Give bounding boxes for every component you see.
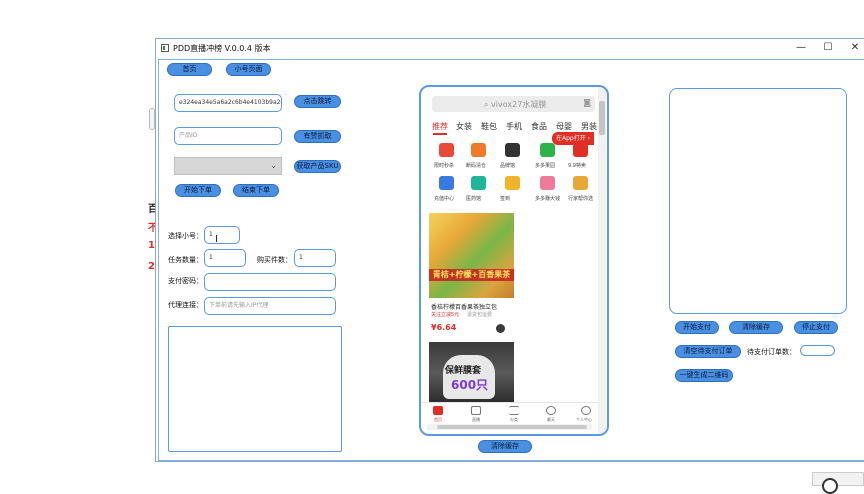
grid-icon-label[interactable]: 行家帮你选	[568, 195, 593, 202]
pay-password-input[interactable]	[204, 273, 336, 291]
product-image[interactable]	[429, 213, 514, 298]
product-title[interactable]: 香桔柠檬百香果茶独立包	[431, 302, 497, 311]
tab-food[interactable]: 食品	[531, 121, 547, 132]
search-icon: ⌕	[484, 100, 489, 109]
sub-page-button[interactable]: 小号页面	[226, 63, 271, 76]
task-count-input[interactable]: 1	[204, 249, 246, 267]
tab-baby[interactable]: 母婴	[556, 121, 572, 132]
phone-search-placeholder: vivox27水凝膜	[491, 100, 547, 109]
camera-icon[interactable]: ◙	[583, 98, 591, 107]
product-price: ¥6.64	[431, 323, 457, 332]
get-sku-button[interactable]: 获取产品SKU	[294, 160, 341, 173]
minimize-button[interactable]: —	[791, 40, 811, 56]
home-button[interactable]: 首页	[167, 63, 212, 76]
qr-display-panel	[669, 88, 847, 314]
background-text: 1	[148, 240, 155, 251]
start-pay-button[interactable]: 开始支付	[675, 321, 719, 334]
phone-preview: ⌕ vivox27水凝膜 ◙ 推荐 女装 鞋包 手机 食品 母婴 男装 在App…	[419, 85, 609, 436]
proxy-label: 代理连接：	[168, 301, 203, 309]
home-icon[interactable]	[433, 406, 443, 415]
buy-count-input[interactable]: 1	[294, 249, 336, 267]
phone-h-scrollbar[interactable]	[427, 424, 592, 430]
grid-icon-label[interactable]: 限时秒杀	[434, 162, 454, 169]
nav-chat-label[interactable]: 聊天	[547, 417, 555, 423]
grid-icon-label[interactable]: 签到	[500, 195, 510, 202]
app-icon	[161, 44, 169, 52]
product-promo-2: 退货包运费	[467, 312, 493, 318]
grid-icon[interactable]	[505, 143, 520, 157]
chat-icon[interactable]	[546, 406, 556, 415]
start-order-button[interactable]: 开始下单	[175, 184, 221, 197]
grid-icon-label[interactable]: 多多果园	[535, 162, 555, 169]
tab-phones[interactable]: 手机	[506, 121, 522, 132]
grid-icon-label[interactable]: 医药馆	[466, 195, 481, 202]
grid-icon[interactable]	[573, 143, 588, 157]
phone-bottom-nav: 首页 直播 分类 聊天 个人中心	[421, 402, 598, 424]
end-order-button[interactable]: 结束下单	[233, 184, 279, 197]
fetch-button[interactable]: 有赞抓取	[294, 130, 341, 143]
live-icon[interactable]	[471, 406, 481, 415]
select-account-label: 选择小号：	[168, 232, 203, 240]
title-bar: PDD直播冲榜 V.0.0.4 版本 — ☐ ✕	[156, 39, 864, 58]
grid-icon[interactable]	[471, 143, 486, 157]
clear-cache-button[interactable]: 清除缓存	[729, 321, 783, 334]
clear-pending-orders-button[interactable]: 清空待支付订单	[675, 345, 741, 358]
select-account-input[interactable]: 1	[204, 226, 240, 244]
proxy-input[interactable]: 下单前请先输入IP代理	[204, 297, 336, 315]
nav-category-label[interactable]: 分类	[510, 417, 518, 423]
generate-qr-button[interactable]: 一键生成二维码	[675, 369, 733, 382]
product2-title: 保鲜膜套	[445, 366, 482, 376]
phone-scrollbar-thumb[interactable]	[599, 101, 605, 135]
grid-icon[interactable]	[505, 176, 520, 190]
grid-icon-label[interactable]: 多多赚大钱	[535, 195, 560, 202]
pending-orders-label: 待支付订单数：	[747, 348, 796, 356]
taskbar-widget	[812, 472, 864, 486]
chevron-down-icon: ⌄	[270, 161, 277, 170]
product-id-input[interactable]: 产品ID	[174, 127, 282, 145]
tab-women[interactable]: 女装	[456, 121, 472, 132]
phone-h-scrollbar-thumb[interactable]	[437, 425, 587, 429]
jump-button[interactable]: 点击跳转	[294, 95, 341, 108]
grid-icon-label[interactable]: 充值中心	[434, 195, 454, 202]
active-tab-indicator	[433, 133, 447, 135]
tab-shoes-bags[interactable]: 鞋包	[481, 121, 497, 132]
buy-count-label: 购买件数：	[257, 256, 292, 264]
product2-count: 600只	[451, 378, 489, 392]
grid-icon[interactable]	[573, 176, 588, 190]
tab-men[interactable]: 男装	[581, 121, 597, 132]
grid-icon-label[interactable]: 断码清仓	[466, 162, 486, 169]
grid-icon[interactable]	[540, 143, 555, 157]
grid-icon-label[interactable]: 9.9特卖	[568, 162, 586, 169]
profile-icon[interactable]	[581, 406, 591, 415]
log-textarea[interactable]	[168, 326, 342, 452]
grid-icon-label[interactable]: 品牌馆	[500, 162, 515, 169]
product-promo: 关注立减5元	[431, 312, 460, 318]
nav-live-label[interactable]: 直播	[472, 417, 480, 423]
phone-scrollbar[interactable]	[598, 87, 606, 434]
close-button[interactable]: ✕	[845, 40, 864, 56]
background-text: 2	[148, 261, 155, 272]
sku-select[interactable]: ⌄	[174, 157, 282, 175]
pay-password-label: 支付密码：	[168, 277, 203, 285]
maximize-button[interactable]: ☐	[818, 40, 838, 56]
phone-search-bar[interactable]: ⌕ vivox27水凝膜 ◙	[432, 96, 595, 112]
stop-pay-button[interactable]: 停止支付	[794, 321, 838, 334]
phone-clear-cache-button[interactable]: 清除缓存	[478, 440, 532, 453]
grid-icon[interactable]	[540, 176, 555, 190]
status-icon[interactable]	[822, 478, 838, 494]
tab-recommend[interactable]: 推荐	[432, 121, 448, 132]
product-banner: 青桔+柠檬+百香果茶	[429, 269, 514, 281]
nav-profile-label[interactable]: 个人中心	[576, 417, 592, 423]
hash-input[interactable]: e324ea34e5a6a2c6b4e4103b9a2d6	[174, 94, 282, 112]
avatar	[496, 324, 505, 333]
nav-home-label[interactable]: 首页	[434, 417, 442, 423]
grid-icon[interactable]	[471, 176, 486, 190]
category-icon[interactable]	[509, 406, 519, 415]
text-cursor-icon: I	[215, 234, 218, 245]
pending-orders-count	[800, 345, 835, 356]
grid-icon[interactable]	[439, 176, 454, 190]
grid-icon[interactable]	[439, 143, 454, 157]
task-count-label: 任务数量：	[168, 256, 203, 264]
window-title: PDD直播冲榜 V.0.0.4 版本	[173, 44, 271, 53]
